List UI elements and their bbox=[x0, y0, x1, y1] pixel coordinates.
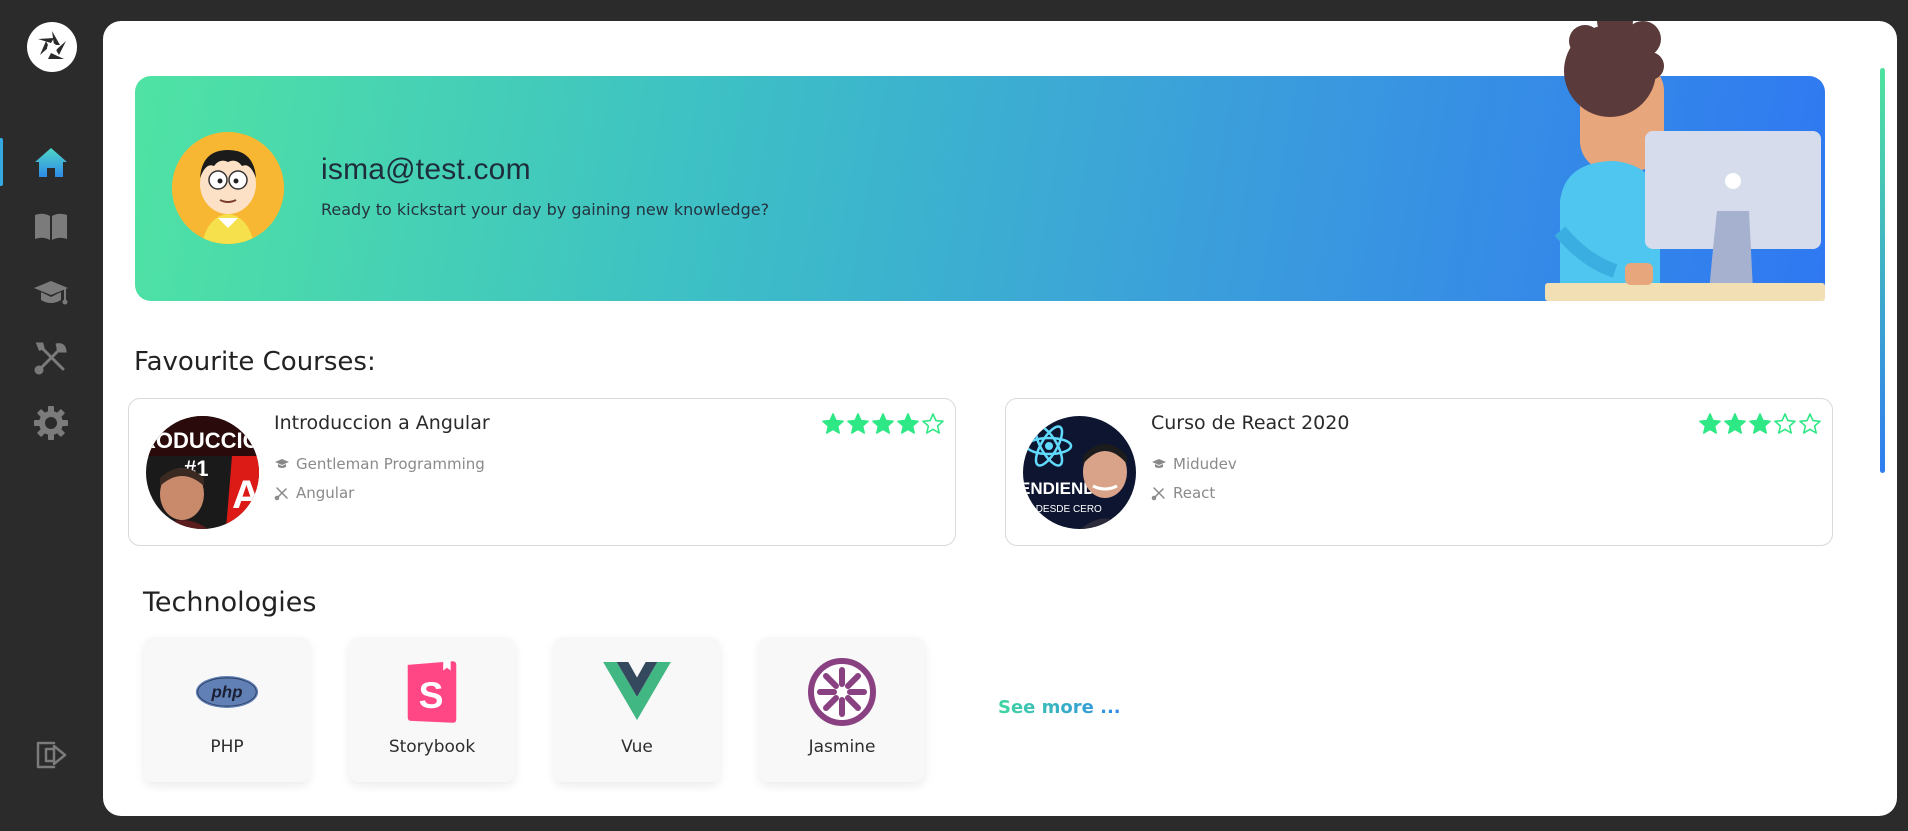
course-card[interactable]: ENDIENDO T DESDE CERO Curso de React 202… bbox=[1005, 398, 1833, 546]
tech-card-php[interactable]: php PHP bbox=[144, 637, 310, 782]
star-filled-icon bbox=[1724, 413, 1746, 434]
logout-icon bbox=[36, 741, 67, 769]
star-filled-icon bbox=[1749, 413, 1771, 434]
sidebar-item-home[interactable] bbox=[0, 134, 102, 190]
star-empty-icon bbox=[922, 413, 944, 434]
camera-aperture-icon[interactable] bbox=[26, 21, 78, 73]
tech-card-jasmine[interactable]: Jasmine bbox=[759, 637, 925, 782]
star-filled-icon bbox=[872, 413, 894, 434]
tech-card-vue[interactable]: Vue bbox=[554, 637, 720, 782]
sidebar-item-courses[interactable] bbox=[0, 198, 102, 254]
star-filled-icon bbox=[897, 413, 919, 434]
course-rating bbox=[1698, 412, 1822, 436]
see-more-link[interactable]: See more ... bbox=[998, 697, 1121, 718]
course-technology-label: React bbox=[1173, 484, 1216, 502]
tech-label: PHP bbox=[210, 737, 244, 757]
course-technology: React bbox=[1151, 484, 1215, 502]
course-card[interactable]: RODUCCIÓN #1 A Introduccion a Angular Ge… bbox=[128, 398, 956, 546]
course-technology-label: Angular bbox=[296, 484, 355, 502]
tools-icon bbox=[274, 487, 288, 501]
book-icon bbox=[35, 213, 67, 240]
star-filled-icon bbox=[1699, 413, 1721, 434]
php-logo-icon: php bbox=[192, 657, 262, 727]
tech-card-storybook[interactable]: S Storybook bbox=[349, 637, 515, 782]
tools-icon bbox=[34, 342, 67, 375]
graduation-cap-icon bbox=[1152, 459, 1166, 468]
course-title[interactable]: Introduccion a Angular bbox=[274, 412, 490, 434]
tools-icon bbox=[1151, 487, 1165, 501]
star-empty-icon bbox=[1774, 413, 1796, 434]
user-email: isma@test.com bbox=[321, 153, 531, 186]
course-author-label: Midudev bbox=[1173, 455, 1237, 473]
star-filled-icon bbox=[847, 413, 869, 434]
course-thumbnail: RODUCCIÓN #1 A bbox=[146, 416, 259, 529]
course-author: Gentleman Programming bbox=[274, 455, 485, 473]
gear-icon bbox=[34, 406, 68, 440]
main-panel: isma@test.com Ready to kickstart your da… bbox=[103, 21, 1897, 816]
sidebar bbox=[0, 0, 102, 831]
home-icon bbox=[35, 148, 67, 177]
graduation-cap-icon bbox=[34, 281, 68, 305]
svg-text:RODUCCIÓN: RODUCCIÓN bbox=[146, 428, 259, 453]
course-technology: Angular bbox=[274, 484, 354, 502]
star-empty-icon bbox=[1799, 413, 1821, 434]
tech-label: Storybook bbox=[388, 737, 476, 757]
svg-text:php: php bbox=[210, 683, 242, 702]
storybook-logo-icon: S bbox=[397, 657, 467, 727]
graduation-cap-icon bbox=[275, 459, 289, 468]
vue-logo-icon bbox=[602, 657, 672, 727]
sidebar-item-settings[interactable] bbox=[0, 395, 102, 451]
scrollbar[interactable] bbox=[1880, 68, 1885, 473]
avatar bbox=[172, 132, 284, 244]
star-filled-icon bbox=[822, 413, 844, 434]
svg-text:T DESDE CERO: T DESDE CERO bbox=[1027, 504, 1102, 515]
favourite-courses-title: Favourite Courses: bbox=[134, 347, 376, 377]
tech-label: Vue bbox=[621, 737, 653, 757]
course-rating bbox=[821, 412, 945, 436]
sidebar-item-learning[interactable] bbox=[0, 265, 102, 321]
svg-text:S: S bbox=[419, 674, 444, 716]
jasmine-logo-icon bbox=[807, 657, 877, 727]
course-author-label: Gentleman Programming bbox=[296, 455, 485, 473]
course-author: Midudev bbox=[1151, 455, 1237, 473]
course-title[interactable]: Curso de React 2020 bbox=[1151, 412, 1349, 434]
developer-illustration bbox=[1545, 21, 1825, 301]
welcome-banner: isma@test.com Ready to kickstart your da… bbox=[135, 21, 1825, 301]
logout-button[interactable] bbox=[0, 726, 102, 782]
svg-text:A: A bbox=[232, 473, 259, 517]
tech-label: Jasmine bbox=[808, 737, 876, 757]
sidebar-item-technologies[interactable] bbox=[0, 330, 102, 386]
course-thumbnail: ENDIENDO T DESDE CERO bbox=[1023, 416, 1136, 529]
banner-subtitle: Ready to kickstart your day by gaining n… bbox=[321, 200, 770, 219]
technologies-title: Technologies bbox=[143, 587, 317, 618]
